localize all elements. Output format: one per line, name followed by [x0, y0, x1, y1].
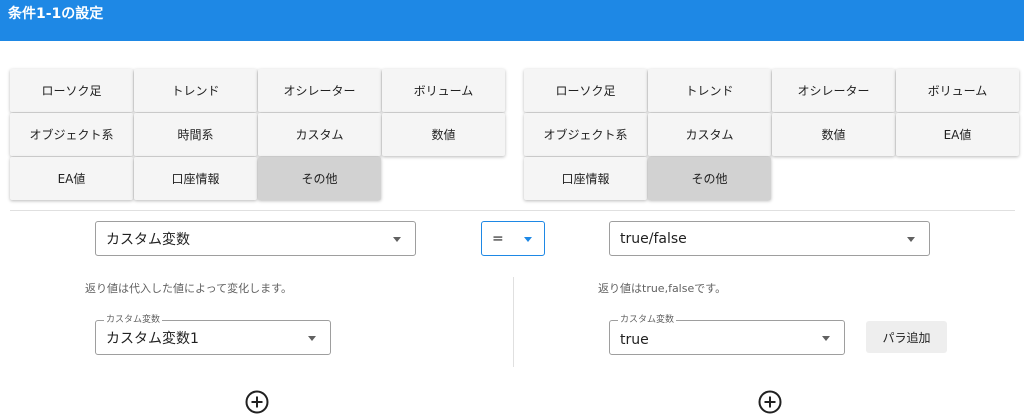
- right-category-button[interactable]: オシレーター: [772, 69, 895, 112]
- add-param-button[interactable]: パラ追加: [866, 321, 947, 353]
- right-param-value: true: [620, 332, 649, 348]
- left-category-button[interactable]: 時間系: [134, 113, 257, 156]
- right-param-select[interactable]: カスタム変数 true: [609, 314, 845, 355]
- right-category-button[interactable]: カスタム: [648, 113, 771, 156]
- right-category-button[interactable]: オブジェクト系: [524, 113, 647, 156]
- chevron-down-icon: [822, 335, 830, 341]
- chevron-down-icon: [524, 236, 532, 242]
- right-param-legend: カスタム変数: [618, 314, 677, 326]
- right-category-button[interactable]: ボリューム: [896, 69, 1019, 112]
- left-param-value: カスタム変数1: [106, 331, 199, 347]
- left-category-grid: ローソク足 トレンド オシレーター ボリュームオブジェクト系 時間系 カスタム 数値 EA値口…: [10, 69, 505, 200]
- left-param-legend: カスタム変数: [104, 314, 163, 326]
- window-title: 条件1-1の設定: [8, 6, 104, 22]
- right-category-button[interactable]: 数値: [772, 113, 895, 156]
- operator-value: =: [492, 230, 504, 247]
- chevron-down-icon: [907, 236, 915, 242]
- right-category-button[interactable]: 口座情報: [524, 157, 647, 200]
- left-category-button[interactable]: カスタム: [258, 113, 381, 156]
- left-category-button[interactable]: オシレーター: [258, 69, 381, 112]
- left-category-button[interactable]: その他: [258, 157, 381, 200]
- left-type-select-value: カスタム変数: [106, 231, 190, 248]
- left-category-button[interactable]: オブジェクト系: [10, 113, 133, 156]
- right-type-select-value: true/false: [620, 230, 687, 247]
- right-category-grid: ローソク足 トレンド オシレーター ボリュームオブジェクト系 カスタム 数値 EA値口座情報…: [524, 69, 1019, 200]
- right-category-button[interactable]: トレンド: [648, 69, 771, 112]
- panel-divider: [513, 277, 514, 367]
- section-divider: [10, 210, 1015, 211]
- left-category-button[interactable]: 口座情報: [134, 157, 257, 200]
- left-category-button[interactable]: 数値: [382, 113, 505, 156]
- left-category-button[interactable]: EA値: [10, 157, 133, 200]
- left-category-button[interactable]: ローソク足: [10, 69, 133, 112]
- chevron-down-icon: [308, 335, 316, 341]
- left-param-select[interactable]: カスタム変数 カスタム変数1: [95, 314, 331, 355]
- chevron-down-icon: [393, 236, 401, 242]
- right-category-button[interactable]: ローソク足: [524, 69, 647, 112]
- title-bar: 条件1-1の設定: [0, 0, 1024, 41]
- right-category-button[interactable]: その他: [648, 157, 771, 200]
- left-category-button[interactable]: トレンド: [134, 69, 257, 112]
- add-circle-icon[interactable]: [757, 389, 783, 415]
- left-type-select[interactable]: カスタム変数: [95, 221, 416, 256]
- right-type-select[interactable]: true/false: [609, 221, 930, 256]
- right-description: 返り値はtrue,falseです。: [598, 282, 727, 295]
- right-category-button[interactable]: EA値: [896, 113, 1019, 156]
- left-category-button[interactable]: ボリューム: [382, 69, 505, 112]
- operator-select[interactable]: =: [481, 221, 545, 256]
- left-description: 返り値は代入した値によって変化します。: [85, 282, 293, 295]
- add-circle-icon[interactable]: [244, 389, 270, 415]
